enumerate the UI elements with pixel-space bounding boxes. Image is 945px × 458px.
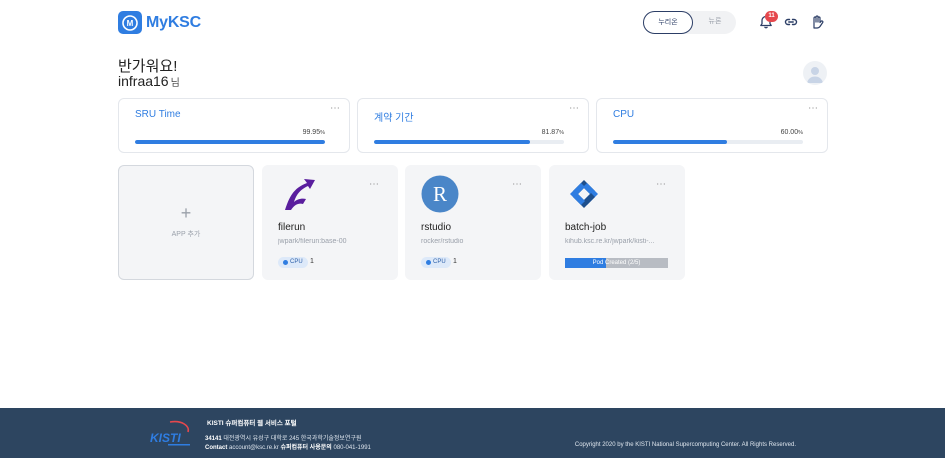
link-icon[interactable] [783, 14, 799, 30]
app-name: batch-job [565, 222, 607, 233]
cpu-dot-icon [283, 260, 288, 265]
user-icon [807, 67, 823, 83]
pod-progress-bar: Pod Created (2/5) [565, 258, 668, 268]
app-card-rstudio[interactable]: R ⋯ rstudio rocker/rstudio CPU 1 [405, 165, 541, 280]
username: infraa16 [118, 73, 169, 89]
system-switch-nurion[interactable]: 누리온 [643, 11, 693, 34]
avatar[interactable] [803, 61, 827, 85]
stat-card-contract-period: 계약 기간 ⋯ 81.87% [357, 98, 589, 153]
plus-icon: + [180, 203, 192, 223]
stat-value: 60.00% [780, 129, 803, 136]
logo-mark-icon: M [118, 11, 142, 34]
app-image: rocker/rstudio [421, 238, 464, 245]
stat-value: 99.95% [302, 129, 325, 136]
filerun-logo-icon [277, 174, 317, 214]
logo[interactable]: M MyKSC [118, 11, 201, 34]
footer-copyright: Copyright 2020 by the KISTI National Sup… [574, 442, 796, 448]
pod-status: Pod Created (2/5) [592, 260, 641, 266]
add-app-button[interactable]: + APP 추가 [118, 165, 254, 280]
footer: KISTI KISTI 슈퍼컴퓨터 웹 서비스 포털 34141 대전광역시 유… [0, 408, 945, 458]
kisti-logo-icon: KISTI [148, 418, 196, 448]
stat-progress-fill [374, 140, 530, 144]
system-switch-neuron[interactable]: 뉴론 [695, 11, 735, 34]
footer-contact: Contact account@ksc.re.kr 슈퍼컴퓨터 사용문의 080… [205, 445, 371, 451]
more-icon[interactable]: ⋯ [369, 179, 380, 190]
more-icon[interactable]: ⋯ [330, 103, 341, 114]
cpu-dot-icon [426, 260, 431, 265]
username-suffix: 님 [170, 78, 180, 89]
app-card-batch-job[interactable]: ⋯ batch-job kihub.ksc.re.kr/jwpark/kisti… [549, 165, 685, 280]
stat-progress-fill [135, 140, 325, 144]
more-icon[interactable]: ⋯ [808, 103, 819, 114]
svg-text:KISTI: KISTI [150, 431, 181, 445]
stat-card-cpu: CPU ⋯ 60.00% [596, 98, 828, 153]
rstudio-logo-icon: R [420, 174, 460, 214]
cpu-count: 1 [453, 258, 457, 265]
app-name: rstudio [421, 222, 452, 233]
stat-title: SRU Time [135, 109, 181, 120]
stat-progress-fill [613, 140, 727, 144]
stat-value: 81.87% [541, 129, 564, 136]
stat-progress-track [613, 140, 803, 144]
stat-title: CPU [613, 109, 635, 120]
stat-progress-track [374, 140, 564, 144]
cpu-chip: CPU [278, 257, 308, 268]
app-name: filerun [278, 222, 306, 233]
batch-job-logo-icon [564, 174, 604, 214]
more-icon[interactable]: ⋯ [569, 103, 580, 114]
stat-progress-track [135, 140, 325, 144]
svg-text:R: R [433, 182, 447, 206]
app-image: kihub.ksc.re.kr/jwpark/kisti-... [565, 238, 655, 245]
cpu-chip: CPU [421, 257, 451, 268]
footer-title: KISTI 슈퍼컴퓨터 웹 서비스 포털 [207, 420, 297, 427]
page: M MyKSC 누리온 뉴론 11 반가워요! infraa16 님 SRU Ti… [0, 0, 945, 458]
stat-card-sru-time: SRU Time ⋯ 99.95% [118, 98, 350, 153]
add-app-label: APP 추가 [171, 231, 201, 238]
footer-address: 34141 대전광역시 유성구 대학로 245 한국과학기술정보연구원 [205, 436, 362, 442]
more-icon[interactable]: ⋯ [512, 179, 523, 190]
notification-badge: 11 [765, 11, 778, 22]
logo-text: MyKSC [146, 13, 202, 31]
stat-title: 계약 기간 [374, 113, 414, 124]
system-switch: 누리온 뉴론 [643, 11, 736, 34]
svg-text:M: M [127, 19, 134, 28]
app-image: jwpark/filerun:base-00 [278, 238, 347, 245]
cpu-count: 1 [310, 258, 314, 265]
app-card-filerun[interactable]: ⋯ filerun jwpark/filerun:base-00 CPU 1 [262, 165, 398, 280]
logout-hand-icon[interactable] [810, 14, 826, 30]
greeting-username: infraa16 님 [118, 73, 180, 89]
more-icon[interactable]: ⋯ [656, 179, 667, 190]
